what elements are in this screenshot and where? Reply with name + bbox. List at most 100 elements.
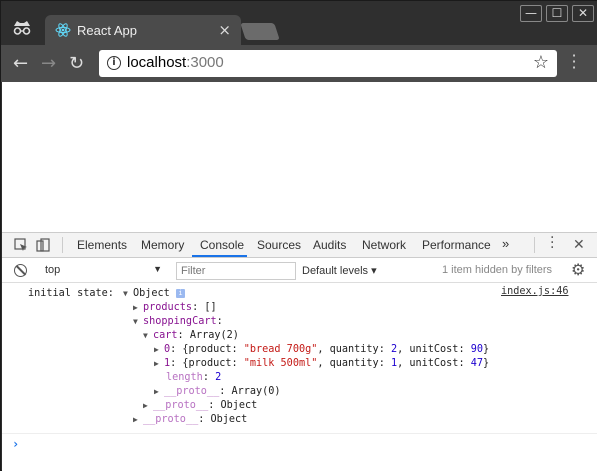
incognito-icon [13,21,31,35]
console-output: index.js:46 initial state: ▼ Object i ▶ pr… [2,284,597,451]
prop-key: shoppingCart [143,316,217,327]
close-tab-icon[interactable]: × [218,21,231,39]
prop-value: : [] [192,302,217,313]
active-tab-indicator [192,255,247,257]
prop-string: "bread 700g" [243,344,318,355]
expanded-triangle-icon: ▼ [123,289,128,298]
devtools-separator [62,237,63,253]
react-logo-icon [55,23,71,37]
context-value: top [45,264,61,276]
url-host: localhost [127,54,187,71]
tab-sources[interactable]: Sources [257,238,301,252]
prop-text: , unitCost: [397,344,471,355]
tree-node-proto-array[interactable]: ▶ __proto__: Array(0) [154,385,281,399]
tab-performance[interactable]: Performance [422,238,491,252]
browser-tab[interactable]: React App × [45,15,241,45]
clear-console-icon[interactable] [14,264,27,277]
source-link[interactable]: index.js:46 [501,286,568,297]
url-text: localhost:3000 [127,54,224,71]
forward-arrow-icon[interactable]: → [41,53,56,74]
console-log-line: initial state: [28,287,114,301]
tree-node-products[interactable]: ▶ products: [] [133,301,217,315]
prop-string: "milk 500ml" [243,358,318,369]
prompt-chevron-icon: › [12,437,20,451]
prop-value: : Array(0) [219,386,281,397]
close-window-button[interactable]: ✕ [572,5,594,22]
tree-node-item-0[interactable]: ▶ 0: {product: "bread 700g", quantity: 2,… [154,343,489,357]
close-devtools-icon[interactable]: ✕ [573,237,585,253]
prop-key: __proto__ [143,414,199,425]
prop-text: } [483,344,490,355]
prop-key: length [166,372,203,383]
minimize-button[interactable]: — [520,5,542,22]
expanded-triangle-icon: ▼ [133,317,138,326]
console-filter-bar: top ▼ Default levels ▾ 1 item hidden by … [2,259,597,283]
expanded-triangle-icon: ▼ [143,331,148,340]
console-prompt-line[interactable]: › [2,433,597,453]
prop-text: } [483,358,490,369]
reload-icon[interactable]: ↻ [69,53,84,74]
gear-icon[interactable]: ⚙ [571,260,585,279]
address-bar[interactable]: i localhost:3000 ☆ [99,50,557,77]
tab-elements[interactable]: Elements [77,238,127,252]
tree-node-proto-object[interactable]: ▶ __proto__: Object [143,399,257,413]
site-info-icon[interactable]: i [107,56,121,70]
collapsed-triangle-icon: ▶ [133,303,138,312]
tab-network[interactable]: Network [362,238,406,252]
hidden-items-count: 1 item hidden by filters [442,264,553,276]
prop-value: : Object [198,414,248,425]
browser-window: React App × — ☐ ✕ ← → ↻ i localhost:3000… [0,0,597,471]
devtools-separator [534,237,535,253]
more-tabs-icon[interactable]: » [502,236,509,251]
tab-title: React App [77,23,137,38]
devtools-tab-bar: Elements Memory Console Sources Audits N… [2,231,597,258]
prop-value: : Object [208,400,258,411]
prop-text: , quantity: [317,358,391,369]
back-arrow-icon[interactable]: ← [13,53,28,74]
root-type: Object [133,288,170,299]
prop-number: 47 [470,358,483,369]
tab-strip: React App × — ☐ ✕ [1,1,597,45]
tree-node-root[interactable]: ▼ Object i [123,287,185,301]
prop-key: __proto__ [153,400,209,411]
chevron-down-icon: ▼ [153,264,162,274]
console-filter-input[interactable] [176,262,296,280]
tree-node-length: length: 2 [166,371,221,385]
device-toolbar-icon[interactable] [36,238,50,252]
log-label: initial state: [28,288,114,299]
inspect-element-icon[interactable] [14,238,28,252]
prop-text: : {product: [170,344,244,355]
collapsed-triangle-icon: ▶ [133,415,138,424]
url-port: :3000 [186,54,224,71]
maximize-button[interactable]: ☐ [546,5,568,22]
prop-key: __proto__ [164,386,220,397]
info-badge-icon[interactable]: i [175,288,185,298]
tree-node-item-1[interactable]: ▶ 1: {product: "milk 500ml", quantity: 1,… [154,357,489,371]
prop-text: : [202,372,216,383]
browser-menu-icon[interactable]: · · · [570,48,578,76]
prop-number: 90 [470,344,483,355]
prop-key: cart [153,330,178,341]
tab-audits[interactable]: Audits [313,238,346,252]
tab-console[interactable]: Console [200,238,244,252]
bookmark-star-icon[interactable]: ☆ [533,52,549,73]
prop-number: 2 [215,372,222,383]
tab-memory[interactable]: Memory [141,238,184,252]
browser-toolbar: ← → ↻ i localhost:3000 ☆ · · · [1,45,597,82]
collapsed-triangle-icon: ▶ [143,401,148,410]
collapsed-triangle-icon: ▶ [154,387,159,396]
prop-value: : Array(2) [177,330,239,341]
prop-key: products [143,302,193,313]
tree-node-shoppingcart[interactable]: ▼ shoppingCart: [133,315,223,329]
log-levels-dropdown[interactable]: Default levels ▾ [302,264,377,277]
prop-text: : {product: [170,358,244,369]
tree-node-proto-root[interactable]: ▶ __proto__: Object [133,413,247,427]
new-tab-button[interactable] [240,23,280,40]
tree-node-cart[interactable]: ▼ cart: Array(2) [143,329,239,343]
devtools-panel: Elements Memory Console Sources Audits N… [2,231,597,471]
page-viewport [2,82,597,232]
collapsed-triangle-icon: ▶ [154,359,159,368]
prop-text: , quantity: [317,344,391,355]
devtools-menu-icon[interactable]: · · · [550,231,554,255]
context-selector[interactable]: top ▼ [38,262,166,280]
